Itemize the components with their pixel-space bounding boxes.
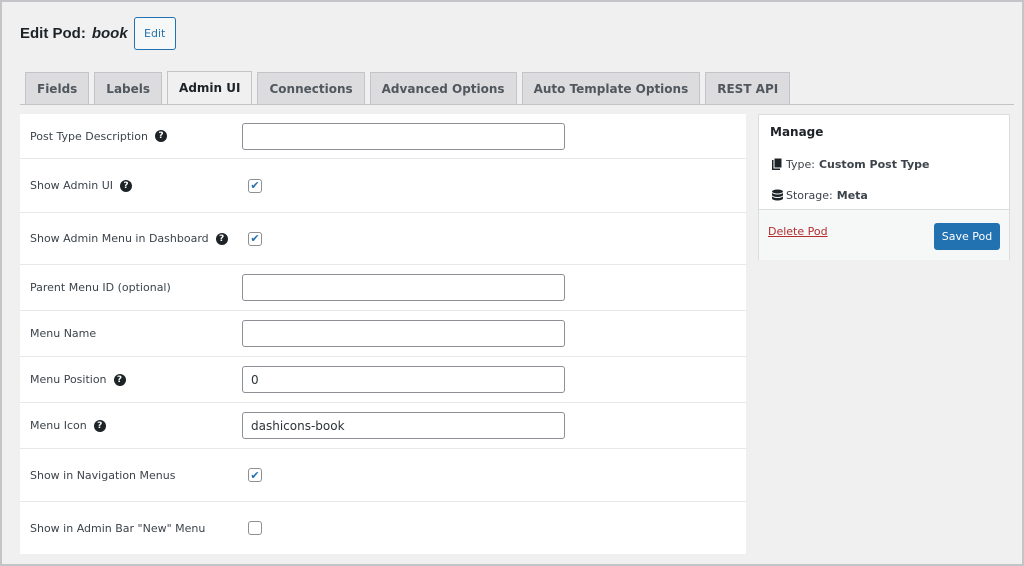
form-row-menu-name: Menu Name <box>20 311 746 357</box>
menu-name-input[interactable] <box>242 320 565 347</box>
pod-storage-info: Storage: Meta <box>771 189 868 202</box>
pod-name: book <box>91 24 128 42</box>
manage-title: Manage <box>770 125 824 139</box>
manage-panel: Manage Type: Custom Post Type Storage: M… <box>758 114 1010 260</box>
pod-type-label: Type: <box>786 158 815 171</box>
menu-icon-label: Menu Icon ? <box>30 419 106 432</box>
tab-rest-api[interactable]: REST API <box>705 72 791 104</box>
post-type-description-label: Post Type Description ? <box>30 130 167 143</box>
help-icon[interactable]: ? <box>113 373 126 386</box>
tab-connections[interactable]: Connections <box>257 72 365 104</box>
show-admin-menu-label: Show Admin Menu in Dashboard ? <box>30 232 228 245</box>
page-title: Edit Pod: <box>20 24 86 42</box>
show-in-admin-bar-label: Show in Admin Bar "New" Menu <box>30 521 206 535</box>
tab-bar: Fields Labels Admin UI Connections Advan… <box>25 71 795 104</box>
tab-labels[interactable]: Labels <box>94 72 163 104</box>
form-row-post-type-description: Post Type Description ? <box>20 114 746 159</box>
form-row-show-admin-menu: Show Admin Menu in Dashboard ? ✔ <box>20 213 746 265</box>
form-row-show-in-admin-bar: Show in Admin Bar "New" Menu <box>20 502 746 554</box>
show-in-nav-menus-label: Show in Navigation Menus <box>30 468 176 482</box>
show-admin-ui-text: Show Admin UI <box>30 179 114 192</box>
manage-actions: Delete Pod Save Pod <box>759 209 1009 260</box>
form-row-parent-menu-id: Parent Menu ID (optional) <box>20 265 746 311</box>
help-icon[interactable]: ? <box>120 179 133 192</box>
help-icon[interactable]: ? <box>154 130 167 142</box>
pod-storage-label: Storage: <box>786 189 833 202</box>
edit-pod-button[interactable]: Edit <box>133 16 176 50</box>
menu-position-input[interactable] <box>242 366 565 393</box>
menu-position-label: Menu Position ? <box>30 373 126 386</box>
post-type-description-text: Post Type Description <box>30 129 148 143</box>
tab-advanced-options[interactable]: Advanced Options <box>369 72 517 104</box>
show-admin-ui-label: Show Admin UI ? <box>30 179 133 192</box>
show-in-admin-bar-checkbox[interactable] <box>248 521 262 535</box>
tab-divider <box>20 104 1014 105</box>
post-type-description-input[interactable] <box>242 122 565 150</box>
pod-type-info: Type: Custom Post Type <box>771 158 930 171</box>
copy-icon <box>772 158 783 170</box>
parent-menu-id-input[interactable] <box>242 274 565 301</box>
pod-type-value: Custom Post Type <box>818 158 930 171</box>
tab-admin-ui[interactable]: Admin UI <box>167 71 253 104</box>
parent-menu-id-label: Parent Menu ID (optional) <box>30 281 171 294</box>
pod-storage-value: Meta <box>836 189 868 202</box>
admin-ui-form: Post Type Description ? Show Admin UI ? … <box>20 114 746 554</box>
menu-icon-text: Menu Icon <box>30 419 87 432</box>
save-pod-button[interactable]: Save Pod <box>934 223 1000 250</box>
show-admin-menu-checkbox[interactable]: ✔ <box>248 231 262 246</box>
form-row-menu-position: Menu Position ? <box>20 357 746 403</box>
form-row-show-in-nav-menus: Show in Navigation Menus ✔ <box>20 449 746 502</box>
show-admin-menu-text: Show Admin Menu in Dashboard <box>30 232 209 245</box>
tab-auto-template-options[interactable]: Auto Template Options <box>521 72 701 104</box>
menu-position-text: Menu Position <box>30 373 107 386</box>
help-icon[interactable]: ? <box>215 232 228 245</box>
show-in-nav-menus-checkbox[interactable]: ✔ <box>248 468 262 482</box>
menu-name-label: Menu Name <box>30 327 97 340</box>
tab-fields[interactable]: Fields <box>25 72 90 104</box>
help-icon[interactable]: ? <box>93 419 106 432</box>
show-admin-ui-checkbox[interactable]: ✔ <box>248 178 262 193</box>
delete-pod-link[interactable]: Delete Pod <box>768 225 828 238</box>
database-icon <box>772 189 783 201</box>
menu-icon-input[interactable] <box>242 412 565 439</box>
form-row-show-admin-ui: Show Admin UI ? ✔ <box>20 159 746 213</box>
page-header: Edit Pod: book Edit <box>20 16 176 50</box>
form-row-menu-icon: Menu Icon ? <box>20 403 746 449</box>
